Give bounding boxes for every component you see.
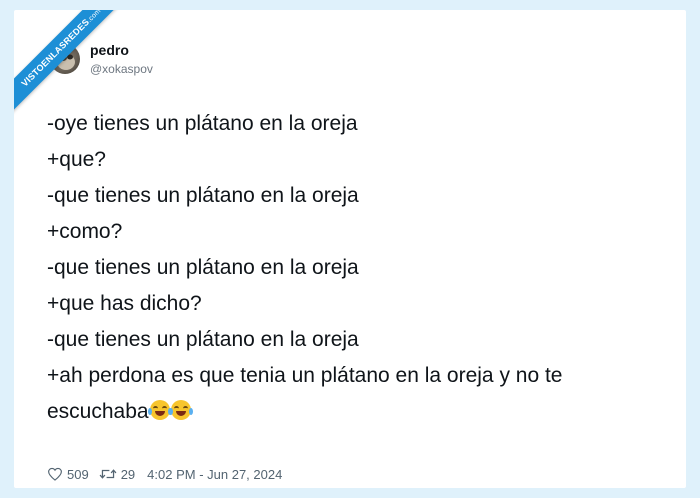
- tweet-line: -que tienes un plátano en la oreja: [47, 184, 359, 207]
- retweet-stat[interactable]: 29: [99, 467, 135, 482]
- like-count: 509: [67, 466, 89, 482]
- laughing-tears-emoji-icon: [147, 400, 172, 420]
- tweet-line: +como?: [47, 220, 123, 243]
- ribbon-label: VISTOENLASREDES: [19, 16, 92, 89]
- tweet-line: -oye tienes un plátano en la oreja: [47, 112, 358, 135]
- heart-icon[interactable]: [47, 467, 63, 481]
- tweet-line: escuchaba: [47, 400, 149, 423]
- tweet-line: +que?: [47, 148, 106, 171]
- tweet-line: +que has dicho?: [47, 292, 202, 315]
- tweet-line: -que tienes un plátano en la oreja: [47, 256, 359, 279]
- tweet-card: VISTOENLASREDES.com pedro @xokaspov -oye…: [14, 10, 686, 488]
- tweet-line: +ah perdona es que tenia un plátano en l…: [47, 364, 563, 387]
- tweet-line-last: escuchaba: [47, 394, 687, 430]
- retweet-icon[interactable]: [99, 467, 117, 481]
- tweet-line: -que tienes un plátano en la oreja: [47, 328, 359, 351]
- like-stat[interactable]: 509: [47, 467, 89, 482]
- tweet-footer: 509 29 4:02 PM - Jun 27, 2024: [47, 465, 282, 483]
- watermark-ribbon: VISTOENLASREDES.com: [14, 10, 124, 120]
- laughing-tears-emoji-icon: [168, 400, 193, 420]
- ribbon-sub: .com: [86, 10, 103, 24]
- retweet-count: 29: [120, 466, 136, 482]
- tweet-text: -oye tienes un plátano en la oreja +que?…: [47, 106, 687, 430]
- timestamp[interactable]: 4:02 PM - Jun 27, 2024: [147, 467, 282, 482]
